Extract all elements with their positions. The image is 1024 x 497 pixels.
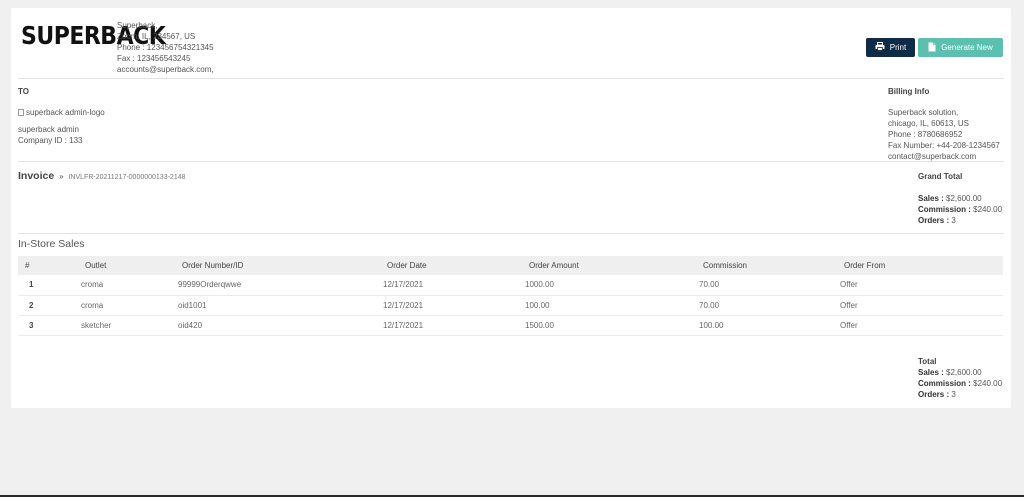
document-icon bbox=[928, 42, 936, 54]
printer-icon bbox=[875, 42, 885, 53]
to-details: superback admin Company ID : 133 bbox=[18, 124, 82, 146]
row-index: 1 bbox=[18, 275, 81, 296]
admin-logo-image: superback admin-logo bbox=[18, 107, 105, 118]
billing-name: Superback solution, bbox=[888, 108, 959, 117]
outlet-cell: sketcher bbox=[81, 315, 178, 336]
order-date-cell: 12/17/2021 bbox=[383, 295, 525, 316]
order-date-cell: 12/17/2021 bbox=[383, 315, 525, 336]
column-header: Commission bbox=[699, 256, 840, 275]
billing-heading: Billing Info bbox=[888, 87, 930, 96]
grand-total-block: Grand Total Sales : $2,600.00 Commission… bbox=[918, 171, 1002, 226]
to-name: superback admin bbox=[18, 125, 79, 134]
order-id-cell: 99999Orderqwwe bbox=[178, 275, 383, 296]
divider bbox=[18, 233, 1004, 234]
commission-cell: 70.00 bbox=[699, 275, 840, 296]
invoice-title: Invoice » INVLFR-20211217-0000000133-214… bbox=[18, 170, 186, 182]
total-heading: Total bbox=[918, 357, 937, 366]
company-name: Superback, bbox=[117, 21, 158, 30]
total-sales: Sales : $2,600.00 bbox=[918, 368, 982, 377]
generate-new-button[interactable]: Generate New bbox=[918, 38, 1003, 57]
total-orders: Orders : 3 bbox=[918, 390, 956, 399]
section-title: In-Store Sales bbox=[18, 238, 85, 250]
commission-cell: 100.00 bbox=[699, 315, 840, 336]
company-address: Zoom, IL, 234567, US bbox=[117, 32, 196, 41]
order-from-cell: Offer bbox=[840, 275, 1003, 296]
company-email: accounts@superback.com, bbox=[117, 65, 214, 74]
company-address-block: Superback, Zoom, IL, 234567, US Phone : … bbox=[117, 20, 214, 75]
row-index: 3 bbox=[18, 315, 81, 336]
billing-fax: Fax Number: +44-208-1234567 bbox=[888, 141, 1000, 150]
outlet-cell: croma bbox=[81, 275, 178, 296]
outlet-cell: croma bbox=[81, 295, 178, 316]
column-header: Order Date bbox=[383, 256, 525, 275]
column-header: Order Amount bbox=[525, 256, 699, 275]
order-amount-cell: 1500.00 bbox=[525, 315, 699, 336]
breadcrumb-separator: » bbox=[59, 172, 64, 181]
grand-total-sales: Sales : $2,600.00 bbox=[918, 194, 982, 203]
order-amount-cell: 100.00 bbox=[525, 295, 699, 316]
invoice-card: SUPERBACK Superback, Zoom, IL, 234567, U… bbox=[11, 8, 1011, 408]
company-phone: Phone : 123456754321345 bbox=[117, 43, 214, 52]
grand-total-heading: Grand Total bbox=[918, 172, 963, 181]
order-from-cell: Offer bbox=[840, 295, 1003, 316]
divider bbox=[18, 78, 1004, 79]
commission-cell: 70.00 bbox=[699, 295, 840, 316]
to-heading: TO bbox=[18, 87, 29, 96]
to-company-id: Company ID : 133 bbox=[18, 136, 83, 145]
sales-table: # Outlet Order Number/ID Order Date Orde… bbox=[18, 256, 1003, 336]
invoice-label: Invoice bbox=[18, 170, 55, 182]
admin-logo-alt: superback admin-logo bbox=[26, 108, 105, 117]
print-label: Print bbox=[889, 43, 907, 52]
company-fax: Fax : 123456543245 bbox=[117, 54, 191, 63]
broken-image-icon bbox=[18, 109, 24, 116]
row-index: 2 bbox=[18, 295, 81, 316]
billing-phone: Phone : 8780686952 bbox=[888, 130, 963, 139]
table-row: 2 croma oid1001 12/17/2021 100.00 70.00 … bbox=[18, 295, 1003, 316]
total-commission: Commission : $240.00 bbox=[918, 379, 1003, 388]
order-from-cell: Offer bbox=[840, 315, 1003, 336]
billing-details: Superback solution, chicago, IL, 60613, … bbox=[888, 107, 1000, 162]
table-row: 3 sketcher oid420 12/17/2021 1500.00 100… bbox=[18, 315, 1003, 336]
column-header: # bbox=[18, 256, 81, 275]
grand-total-commission: Commission : $240.00 bbox=[918, 205, 1003, 214]
divider bbox=[18, 161, 1004, 162]
generate-new-label: Generate New bbox=[941, 43, 993, 52]
invoice-number: INVLFR-20211217-0000000133-2148 bbox=[68, 174, 186, 181]
table-row: 1 croma 99999Orderqwwe 12/17/2021 1000.0… bbox=[18, 275, 1003, 296]
table-header-row: # Outlet Order Number/ID Order Date Orde… bbox=[18, 256, 1003, 275]
column-header: Order From bbox=[840, 256, 1003, 275]
order-id-cell: oid1001 bbox=[178, 295, 383, 316]
print-button[interactable]: Print bbox=[866, 38, 915, 57]
column-header: Order Number/ID bbox=[178, 256, 383, 275]
grand-total-orders: Orders : 3 bbox=[918, 216, 956, 225]
order-date-cell: 12/17/2021 bbox=[383, 275, 525, 296]
order-amount-cell: 1000.00 bbox=[525, 275, 699, 296]
billing-address: chicago, IL, 60613, US bbox=[888, 119, 969, 128]
order-id-cell: oid420 bbox=[178, 315, 383, 336]
column-header: Outlet bbox=[81, 256, 178, 275]
total-block: Total Sales : $2,600.00 Commission : $24… bbox=[918, 356, 1002, 400]
